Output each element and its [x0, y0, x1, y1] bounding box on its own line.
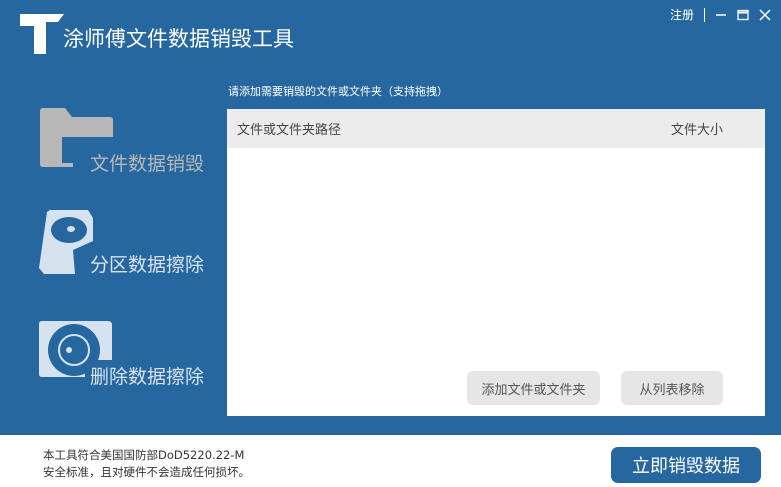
- compliance-line: 本工具符合美国国防部DoD5220.22-M: [43, 448, 245, 462]
- nav-deleted-erase[interactable]: 删除数据擦除: [38, 320, 208, 396]
- column-size[interactable]: 文件大小: [671, 119, 723, 138]
- nav-label: 删除数据擦除: [90, 366, 205, 388]
- nav-label: 分区数据擦除: [90, 254, 205, 276]
- minimize-icon[interactable]: [715, 9, 727, 21]
- app-title: 涂师傅文件数据销毁工具: [63, 27, 294, 51]
- divider: [704, 7, 705, 22]
- app-logo: [20, 14, 64, 54]
- window-controls: 注册: [670, 6, 771, 23]
- column-path[interactable]: 文件或文件夹路径: [237, 119, 341, 138]
- remove-from-list-button[interactable]: 从列表移除: [621, 371, 723, 405]
- file-list[interactable]: 文件或文件夹路径 文件大小 添加文件或文件夹 从列表移除: [227, 109, 765, 416]
- compliance-line: 安全标准，且对硬件不会造成任何损坏。: [43, 465, 250, 479]
- add-files-button[interactable]: 添加文件或文件夹: [467, 371, 600, 405]
- register-link[interactable]: 注册: [670, 6, 694, 23]
- compliance-note: 本工具符合美国国防部DoD5220.22-M 安全标准，且对硬件不会造成任何损坏…: [43, 447, 250, 481]
- nav-label: 文件数据销毁: [90, 153, 205, 175]
- start-destroy-button[interactable]: 立即销毁数据: [611, 447, 761, 483]
- close-icon[interactable]: [759, 8, 771, 21]
- main-area: 涂师傅文件数据销毁工具 注册 文件数据销毁 分区数据擦除 删除数据擦除 请添加需…: [0, 0, 781, 435]
- nav-file-destroy[interactable]: 文件数据销毁: [38, 107, 208, 183]
- drop-hint: 请添加需要销毁的文件或文件夹（支持拖拽）: [228, 85, 448, 98]
- nav-partition-erase[interactable]: 分区数据擦除: [38, 208, 208, 284]
- table-header: 文件或文件夹路径 文件大小: [227, 109, 765, 148]
- maximize-icon[interactable]: [737, 9, 749, 21]
